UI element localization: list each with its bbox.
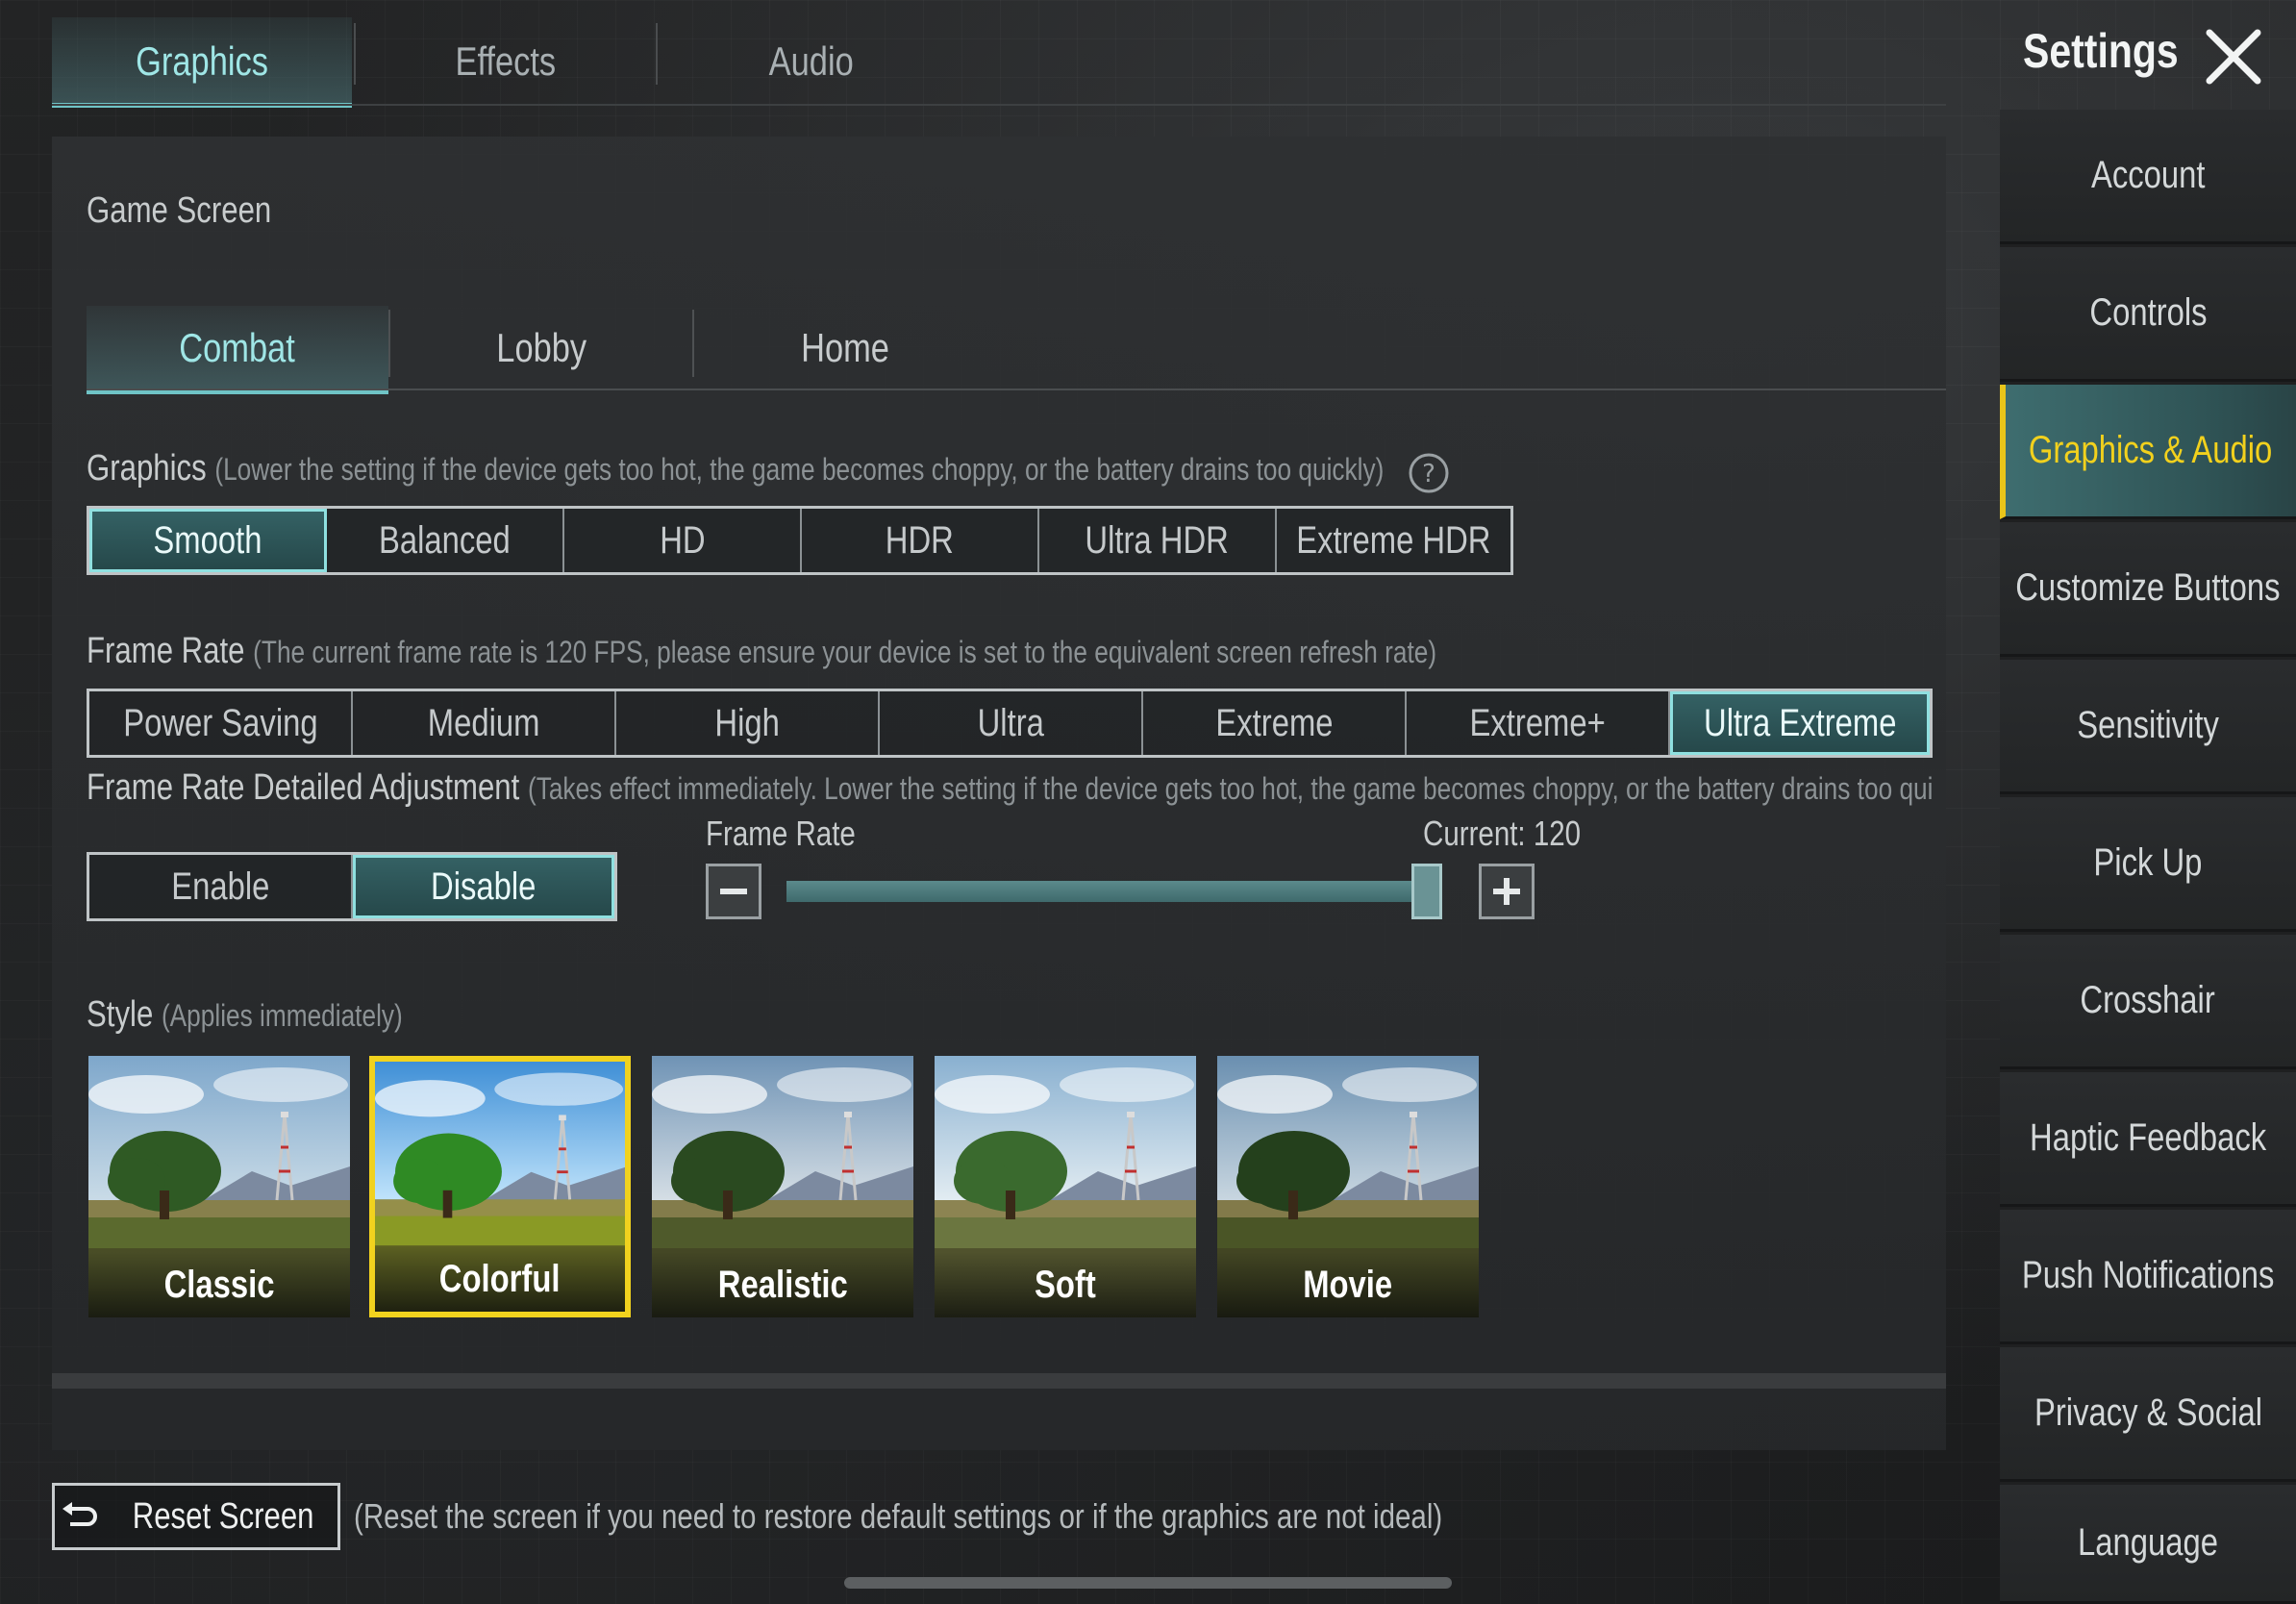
frame-rate-option-medium[interactable]: Medium <box>353 691 616 755</box>
sidebar-item-sensitivity[interactable]: Sensitivity <box>2000 660 2296 794</box>
frame-rate-increase-button[interactable] <box>1479 864 1535 919</box>
frame-rate-decrease-button[interactable] <box>706 864 761 919</box>
style-option-label: Classic <box>88 1252 350 1317</box>
frame-rate-selector: Power Saving Medium High Ultra Extreme E… <box>87 689 1933 758</box>
frame-rate-slider-track[interactable] <box>786 881 1440 902</box>
sidebar-item-language[interactable]: Language <box>2000 1485 2296 1604</box>
tab-graphics[interactable]: Graphics <box>52 17 352 108</box>
style-option-movie[interactable]: Movie <box>1217 1056 1479 1317</box>
frame-rate-option-power-saving[interactable]: Power Saving <box>89 691 353 755</box>
minus-icon <box>720 889 747 894</box>
reset-screen-button[interactable]: Reset Screen <box>52 1483 340 1550</box>
home-indicator <box>844 1577 1452 1589</box>
svg-text:?: ? <box>1422 460 1435 489</box>
sidebar-item-customize-buttons[interactable]: Customize Buttons <box>2000 522 2296 657</box>
frame-rate-option-ultra[interactable]: Ultra <box>880 691 1143 755</box>
tab-audio[interactable]: Audio <box>658 17 965 106</box>
graphics-quality-selector: Smooth Balanced HD HDR Ultra HDR Extreme… <box>87 506 1513 575</box>
graphics-option-hd[interactable]: HD <box>564 509 802 572</box>
style-option-label: Soft <box>935 1252 1196 1317</box>
sidebar-item-account[interactable]: Account <box>2000 110 2296 244</box>
tab-effects[interactable]: Effects <box>356 17 656 106</box>
sidebar-item-haptic-feedback[interactable]: Haptic Feedback <box>2000 1072 2296 1207</box>
graphics-option-ultra-hdr[interactable]: Ultra HDR <box>1039 509 1277 572</box>
top-tab-bar: Graphics Effects Audio <box>52 0 854 108</box>
settings-sidebar: Account Controls Graphics & Audio Custom… <box>2000 110 2296 1604</box>
game-screen-tabs: Combat Lobby Home <box>87 306 1946 394</box>
style-option-soft[interactable]: Soft <box>935 1056 1196 1317</box>
adjust-option-enable[interactable]: Enable <box>89 855 353 918</box>
plus-icon <box>1493 878 1520 905</box>
frame-rate-option-ultra-extreme[interactable]: Ultra Extreme <box>1670 691 1930 755</box>
style-section-label: Style (Applies immediately) <box>87 994 403 1035</box>
sub-tab-divider <box>87 388 1946 390</box>
tab-audio-label: Audio <box>768 38 855 84</box>
page-title: Settings <box>2023 24 2179 78</box>
frame-rate-option-extreme[interactable]: Extreme <box>1143 691 1407 755</box>
style-option-realistic[interactable]: Realistic <box>652 1056 913 1317</box>
undo-arrow-icon <box>62 1502 97 1526</box>
slider-current-value: Current: 120 <box>1423 814 1582 853</box>
graphics-option-extreme-hdr[interactable]: Extreme HDR <box>1277 509 1510 572</box>
frame-rate-adjust-label: Frame Rate Detailed Adjustment (Takes ef… <box>87 767 1934 808</box>
reset-note: (Reset the screen if you need to restore… <box>354 1496 1443 1536</box>
sidebar-item-push-notifications[interactable]: Push Notifications <box>2000 1210 2296 1344</box>
style-option-colorful[interactable]: Colorful <box>369 1056 631 1317</box>
sidebar-item-pick-up[interactable]: Pick Up <box>2000 797 2296 932</box>
graphics-option-smooth[interactable]: Smooth <box>89 509 327 572</box>
sidebar-item-controls[interactable]: Controls <box>2000 247 2296 382</box>
graphics-option-balanced[interactable]: Balanced <box>327 509 564 572</box>
sidebar-item-graphics-audio[interactable]: Graphics & Audio <box>2000 385 2296 519</box>
tab-home[interactable]: Home <box>694 306 996 390</box>
frame-rate-slider-thumb[interactable] <box>1411 864 1443 919</box>
close-icon[interactable] <box>2204 27 2263 87</box>
graphics-option-hdr[interactable]: HDR <box>802 509 1039 572</box>
style-option-label: Colorful <box>375 1246 625 1312</box>
style-option-classic[interactable]: Classic <box>88 1056 350 1317</box>
frame-rate-option-extreme-plus[interactable]: Extreme+ <box>1407 691 1670 755</box>
style-option-label: Realistic <box>652 1252 913 1317</box>
frame-rate-section-label: Frame Rate (The current frame rate is 12… <box>87 631 1437 671</box>
sidebar-item-privacy-social[interactable]: Privacy & Social <box>2000 1347 2296 1482</box>
panel-scroll-divider <box>52 1373 1946 1389</box>
tab-lobby[interactable]: Lobby <box>390 306 692 390</box>
top-tab-divider <box>52 104 1946 106</box>
adjust-option-disable[interactable]: Disable <box>353 855 614 918</box>
tab-effects-label: Effects <box>455 38 557 84</box>
game-screen-title: Game Screen <box>87 190 272 231</box>
frame-rate-option-high[interactable]: High <box>616 691 880 755</box>
sidebar-item-crosshair[interactable]: Crosshair <box>2000 935 2296 1069</box>
tab-graphics-label: Graphics <box>136 38 268 84</box>
help-circle-icon[interactable]: ? <box>1408 452 1450 494</box>
style-option-label: Movie <box>1217 1252 1479 1317</box>
slider-label: Frame Rate <box>706 814 856 853</box>
tab-combat[interactable]: Combat <box>87 306 388 394</box>
frame-rate-adjust-toggle: Enable Disable <box>87 852 617 921</box>
